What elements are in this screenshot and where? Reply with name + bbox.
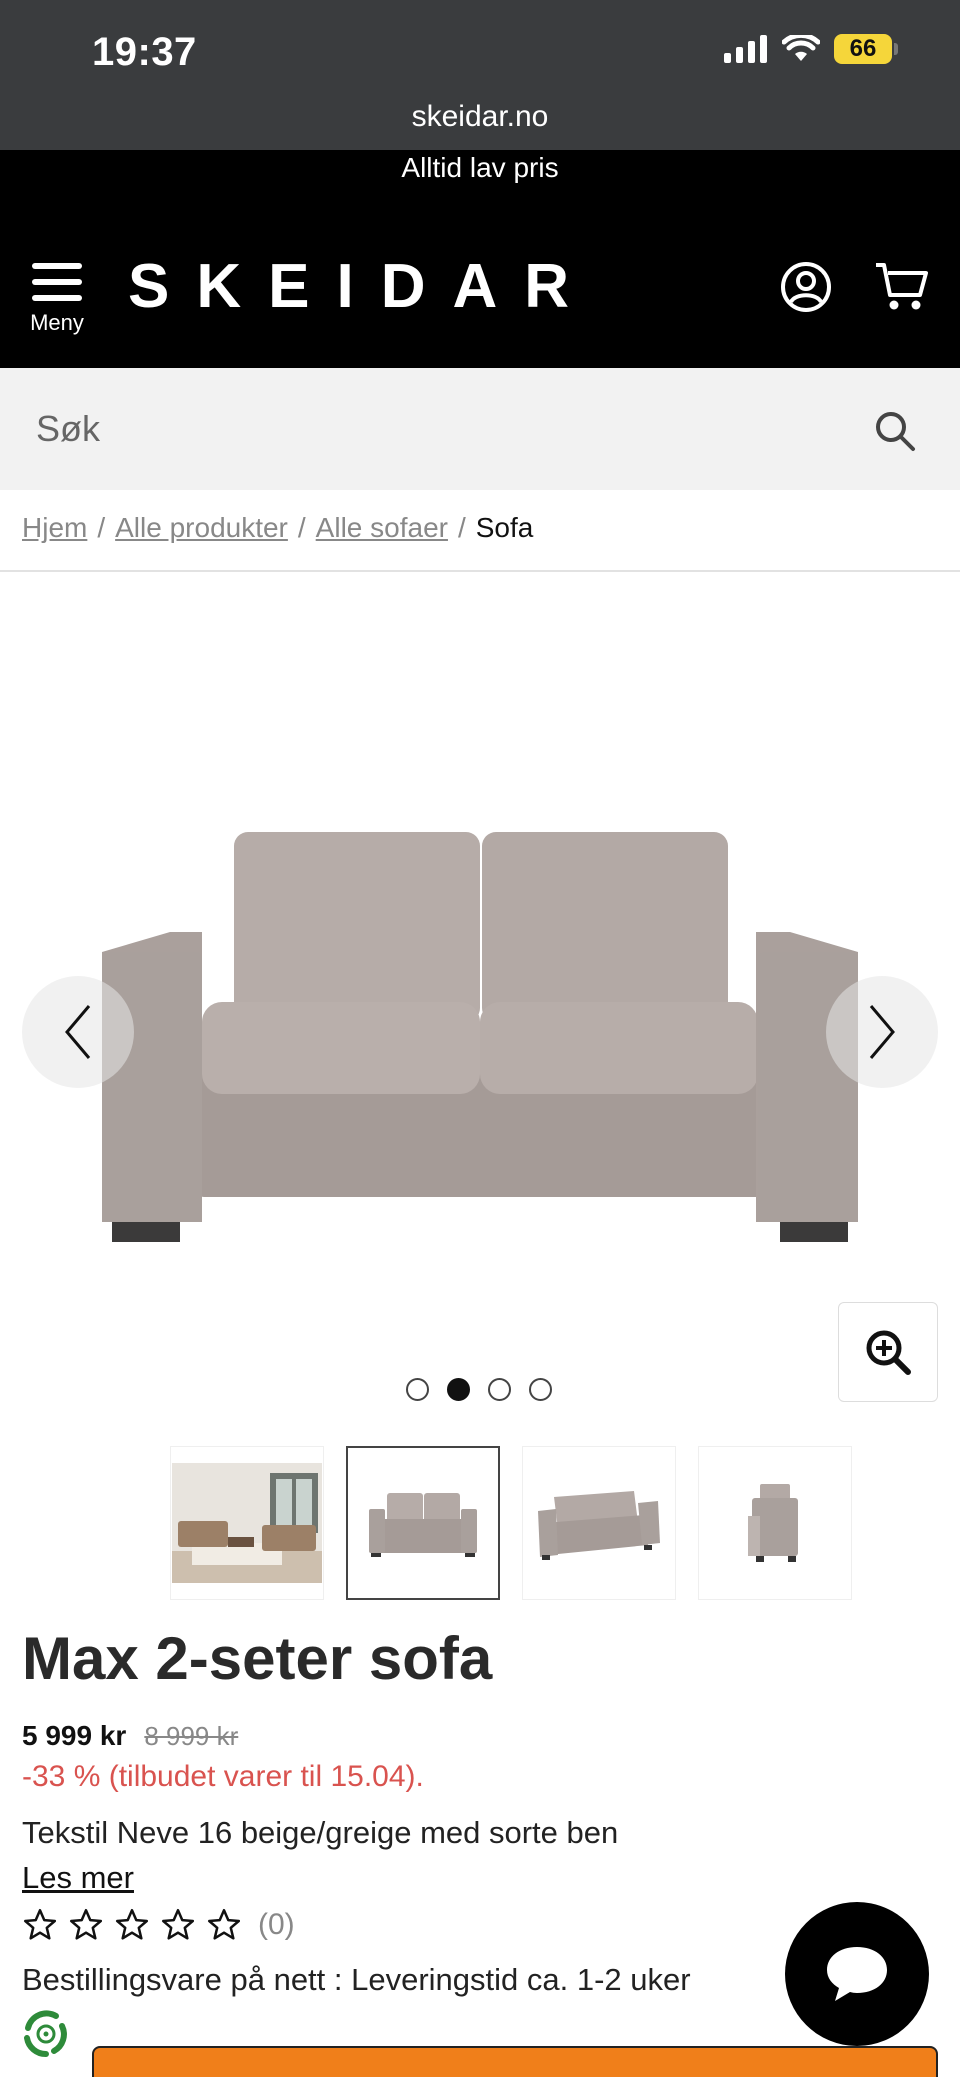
discount-text: -33 % (tilbudet varer til 15.04). bbox=[22, 1760, 424, 1793]
room-scene-image bbox=[172, 1463, 322, 1583]
gallery-dot[interactable] bbox=[529, 1378, 552, 1401]
status-time: 19:37 bbox=[92, 30, 197, 74]
breadcrumb-all-sofas[interactable]: Alle sofaer bbox=[316, 512, 448, 544]
browser-url[interactable]: skeidar.no bbox=[0, 100, 960, 134]
cart-icon bbox=[876, 263, 928, 310]
recycle-icon bbox=[19, 2007, 73, 2061]
cart-button[interactable] bbox=[874, 261, 930, 318]
sofa-side-image bbox=[748, 1484, 798, 1562]
skeidar-logo[interactable]: SKEIDAR bbox=[128, 251, 596, 322]
rating-count: (0) bbox=[258, 1908, 295, 1941]
gallery-dots bbox=[406, 1378, 552, 1401]
hamburger-icon bbox=[32, 263, 82, 301]
zoom-in-icon bbox=[866, 1330, 911, 1375]
product-title: Max 2-seter sofa bbox=[22, 1625, 493, 1692]
chat-button[interactable] bbox=[785, 1902, 929, 2046]
battery-indicator: 66 bbox=[834, 34, 898, 64]
add-to-cart-button[interactable] bbox=[92, 2046, 938, 2077]
breadcrumb-all-products[interactable]: Alle produkter bbox=[115, 512, 288, 544]
status-bar: 19:37 66 skeidar.no bbox=[0, 0, 960, 150]
status-icons: 66 bbox=[724, 34, 898, 64]
delivery-info: Bestillingsvare på nett : Leveringstid c… bbox=[22, 1962, 691, 1997]
rating[interactable]: (0) bbox=[22, 1908, 295, 1942]
search-input[interactable] bbox=[36, 398, 836, 460]
site-header: Meny SKEIDAR bbox=[0, 205, 960, 368]
current-price: 5 999 kr bbox=[22, 1720, 127, 1751]
zoom-button[interactable] bbox=[838, 1302, 938, 1402]
star-outline-icon bbox=[115, 1908, 149, 1940]
breadcrumb-home[interactable]: Hjem bbox=[22, 512, 87, 544]
user-icon bbox=[781, 262, 831, 312]
signal-icon bbox=[724, 35, 767, 63]
gallery-dot-active[interactable] bbox=[447, 1378, 470, 1401]
star-outline-icon bbox=[69, 1908, 103, 1940]
breadcrumb-separator: / bbox=[297, 512, 306, 543]
gallery-dot[interactable] bbox=[488, 1378, 511, 1401]
star-outline-icon bbox=[207, 1908, 241, 1940]
promo-banner: Alltid lav pris bbox=[0, 150, 960, 205]
menu-label: Meny bbox=[30, 310, 84, 335]
product-image-sofa bbox=[102, 832, 858, 1242]
sofa-front-image bbox=[369, 1493, 477, 1557]
account-button[interactable] bbox=[780, 261, 832, 318]
gallery-next-button[interactable] bbox=[826, 976, 938, 1088]
breadcrumb-separator: / bbox=[457, 512, 466, 543]
promo-text: Alltid lav pris bbox=[401, 152, 559, 183]
search-bar bbox=[0, 368, 960, 490]
breadcrumb-current: Sofa bbox=[475, 512, 534, 543]
chevron-left-icon bbox=[65, 1005, 91, 1059]
product-gallery bbox=[0, 572, 960, 1402]
star-outline-icon bbox=[23, 1908, 57, 1940]
eco-badge[interactable] bbox=[14, 2002, 78, 2066]
chevron-right-icon bbox=[869, 1005, 895, 1059]
breadcrumb-separator: / bbox=[97, 512, 106, 543]
gallery-dot[interactable] bbox=[406, 1378, 429, 1401]
variant-description: Tekstil Neve 16 beige/greige med sorte b… bbox=[22, 1815, 619, 1850]
thumbnail-front[interactable] bbox=[346, 1446, 500, 1600]
search-icon[interactable] bbox=[874, 410, 916, 452]
menu-button[interactable]: Meny bbox=[26, 260, 88, 336]
read-more-link[interactable]: Les mer bbox=[22, 1860, 134, 1896]
thumbnail-room[interactable] bbox=[170, 1446, 324, 1600]
thumbnail-side[interactable] bbox=[698, 1446, 852, 1600]
price-row: 5 999 kr 8 999 kr bbox=[22, 1720, 238, 1752]
chat-bubble-icon bbox=[827, 1947, 887, 2001]
wifi-icon bbox=[782, 35, 820, 61]
thumbnail-angle[interactable] bbox=[522, 1446, 676, 1600]
star-outline-icon bbox=[161, 1908, 195, 1940]
gallery-prev-button[interactable] bbox=[22, 976, 134, 1088]
breadcrumb: Hjem / Alle produkter / Alle sofaer / So… bbox=[22, 512, 533, 544]
thumbnail-strip bbox=[170, 1446, 852, 1600]
sofa-angle-image bbox=[538, 1491, 660, 1560]
old-price: 8 999 kr bbox=[144, 1721, 239, 1751]
battery-level: 66 bbox=[834, 34, 892, 64]
